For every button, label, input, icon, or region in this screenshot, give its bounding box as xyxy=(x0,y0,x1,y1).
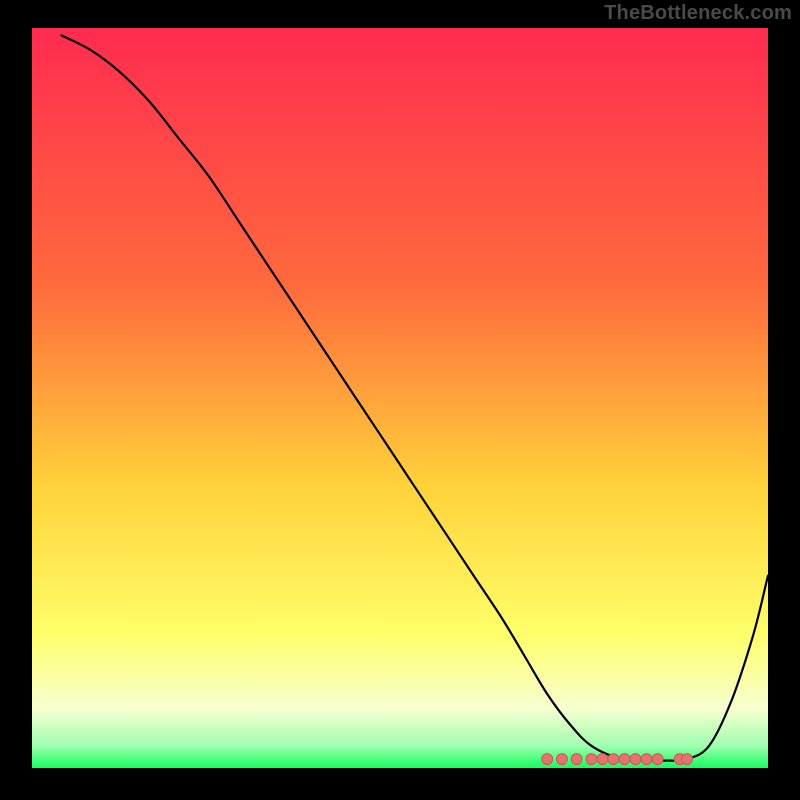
optimal-dot xyxy=(586,754,597,765)
optimal-dot xyxy=(619,754,630,765)
optimal-dot xyxy=(571,754,582,765)
plot-area xyxy=(32,28,768,768)
optimal-dot xyxy=(630,754,641,765)
optimal-dot xyxy=(542,754,553,765)
gradient-background xyxy=(32,28,768,768)
chart-frame: TheBottleneck.com xyxy=(0,0,800,800)
optimal-dot xyxy=(556,754,567,765)
watermark-text: TheBottleneck.com xyxy=(604,2,792,25)
optimal-dot xyxy=(652,754,663,765)
optimal-dot xyxy=(597,754,608,765)
optimal-dot xyxy=(641,754,652,765)
optimal-dot xyxy=(682,754,693,765)
optimal-dot xyxy=(608,754,619,765)
chart-svg xyxy=(32,28,768,768)
